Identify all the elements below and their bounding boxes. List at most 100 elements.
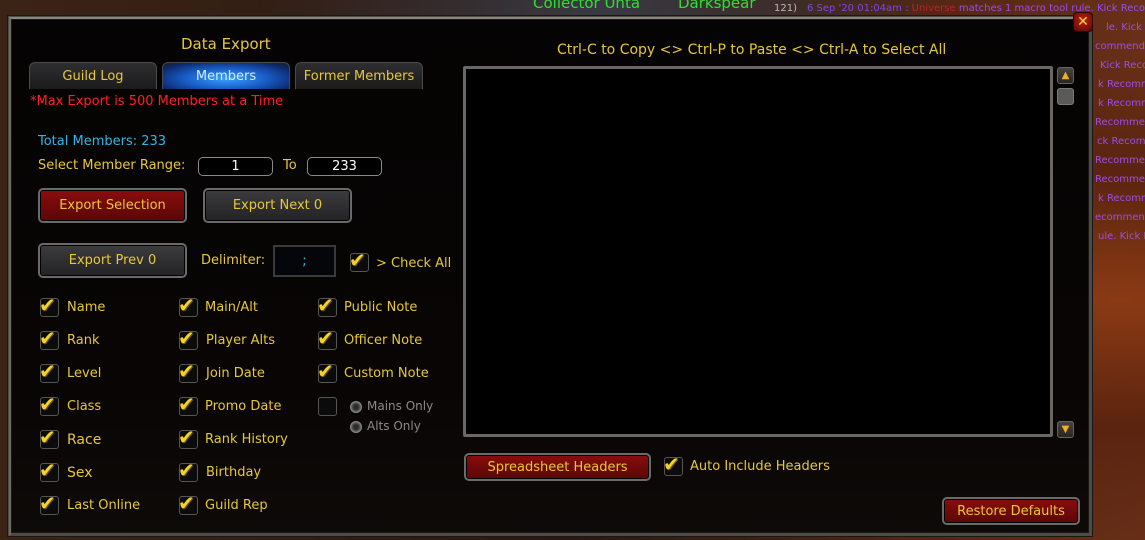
race-label: Race xyxy=(67,432,102,448)
checkmark-icon: ✔ xyxy=(178,293,195,317)
chat-line: ule. Kick Re xyxy=(1098,231,1145,242)
main-alt-checkbox[interactable]: ✔ xyxy=(178,293,198,317)
checkmark-icon: ✔ xyxy=(39,392,56,416)
check-all-label: > Check All xyxy=(376,256,452,271)
chat-line: k Recomme xyxy=(1098,79,1145,90)
checkmark-icon: ✔ xyxy=(317,293,334,317)
guild-rep-checkbox[interactable]: ✔ xyxy=(178,491,198,515)
name-label: Name xyxy=(67,300,106,315)
rank-history-checkbox[interactable]: ✔ xyxy=(178,425,198,449)
window-title: Data Export xyxy=(181,35,271,53)
promo-date-checkbox[interactable]: ✔ xyxy=(178,392,198,416)
range-to-label: To xyxy=(283,158,297,173)
checkmark-icon: ✔ xyxy=(317,359,334,383)
join-date-checkbox[interactable]: ✔ xyxy=(178,359,198,383)
mains-only-label: Mains Only xyxy=(367,399,434,413)
delimiter-input[interactable]: ; xyxy=(273,245,336,277)
checkmark-icon: ✔ xyxy=(663,452,680,476)
birthday-checkbox[interactable]: ✔ xyxy=(178,458,198,482)
chat-line: Recommen xyxy=(1095,174,1145,185)
checkmark-icon: ✔ xyxy=(349,248,366,272)
checkmark-icon: ✔ xyxy=(39,425,56,449)
auto-include-headers-label: Auto Include Headers xyxy=(690,459,830,474)
last-online-label: Last Online xyxy=(67,498,141,513)
scrollbar-thumb[interactable] xyxy=(1057,88,1074,105)
checkmark-icon: ✔ xyxy=(178,392,195,416)
arrow-up-icon: ▲ xyxy=(1061,70,1070,81)
auto-include-headers-checkbox[interactable]: ✔ xyxy=(663,452,683,476)
level-checkbox[interactable]: ✔ xyxy=(39,359,59,383)
custom-note-label: Custom Note xyxy=(344,366,429,381)
range-from-input[interactable]: 1 xyxy=(198,157,273,176)
chat-line: ck Recomm xyxy=(1097,136,1145,147)
rank-label: Rank xyxy=(67,333,100,348)
checkmark-icon: ✔ xyxy=(178,458,195,482)
checkmark-icon: ✔ xyxy=(317,326,334,350)
mains-alts-filter-checkbox[interactable] xyxy=(318,397,337,416)
checkmark-icon: ✔ xyxy=(178,425,195,449)
scroll-up-button[interactable]: ▲ xyxy=(1057,67,1074,84)
scroll-down-button[interactable]: ▼ xyxy=(1057,421,1074,438)
guild-rep-label: Guild Rep xyxy=(205,498,268,513)
chat-line: Recommen xyxy=(1095,117,1145,128)
chat-line: k Recomme xyxy=(1098,98,1145,109)
export-next-button[interactable]: Export Next 0 xyxy=(203,188,352,223)
range-to-input[interactable]: 233 xyxy=(307,157,382,176)
custom-note-checkbox[interactable]: ✔ xyxy=(317,359,337,383)
level-label: Level xyxy=(67,366,102,381)
officer-note-checkbox[interactable]: ✔ xyxy=(317,326,337,350)
checkmark-icon: ✔ xyxy=(178,326,195,350)
restore-defaults-button[interactable]: Restore Defaults xyxy=(942,497,1080,525)
checkmark-icon: ✔ xyxy=(39,491,56,515)
export-selection-button[interactable]: Export Selection xyxy=(38,188,187,223)
public-note-checkbox[interactable]: ✔ xyxy=(317,293,337,317)
arrow-down-icon: ▼ xyxy=(1061,424,1070,435)
rank-history-label: Rank History xyxy=(205,432,288,447)
chat-line: k Recomme xyxy=(1098,193,1145,204)
tab-members[interactable]: Members xyxy=(162,62,290,89)
chat-line: commende xyxy=(1095,41,1145,52)
chat-line: Recommen xyxy=(1095,155,1145,166)
max-export-warning: *Max Export is 500 Members at a Time xyxy=(30,94,284,109)
join-date-label: Join Date xyxy=(206,366,265,381)
player-alts-checkbox[interactable]: ✔ xyxy=(178,326,198,350)
promo-date-label: Promo Date xyxy=(205,399,282,414)
officer-note-label: Officer Note xyxy=(344,333,423,348)
spreadsheet-headers-button[interactable]: Spreadsheet Headers xyxy=(464,453,651,481)
race-checkbox[interactable]: ✔ xyxy=(39,425,59,449)
export-prev-button[interactable]: Export Prev 0 xyxy=(38,243,187,278)
checkmark-icon: ✔ xyxy=(178,491,195,515)
class-label: Class xyxy=(67,399,102,414)
close-button[interactable]: ✕ xyxy=(1073,12,1093,32)
checkmark-icon: ✔ xyxy=(39,326,56,350)
alts-only-radio[interactable] xyxy=(350,421,362,433)
export-output-textbox[interactable] xyxy=(463,66,1053,437)
checkmark-icon: ✔ xyxy=(39,359,56,383)
class-checkbox[interactable]: ✔ xyxy=(39,392,59,416)
name-checkbox[interactable]: ✔ xyxy=(39,293,59,317)
chat-line: ecommend xyxy=(1095,212,1145,223)
checkmark-icon: ✔ xyxy=(39,458,56,482)
last-online-checkbox[interactable]: ✔ xyxy=(39,491,59,515)
chat-line: Kick Recom xyxy=(1100,60,1145,71)
sex-checkbox[interactable]: ✔ xyxy=(39,458,59,482)
background-nameplate: Collector Unta xyxy=(533,0,641,12)
player-alts-label: Player Alts xyxy=(206,333,275,348)
total-members-label: Total Members: 233 xyxy=(38,134,167,149)
rank-checkbox[interactable]: ✔ xyxy=(39,326,59,350)
checkmark-icon: ✔ xyxy=(178,359,195,383)
tab-guild-log[interactable]: Guild Log xyxy=(29,62,157,89)
public-note-label: Public Note xyxy=(344,300,418,315)
alts-only-label: Alts Only xyxy=(367,419,421,433)
close-x-icon: ✕ xyxy=(1077,14,1089,30)
delimiter-label: Delimiter: xyxy=(201,253,266,268)
tab-former-members[interactable]: Former Members xyxy=(295,62,423,89)
mains-only-radio[interactable] xyxy=(350,401,362,413)
sex-label: Sex xyxy=(67,465,93,481)
member-range-label: Select Member Range: xyxy=(38,158,186,173)
check-all-checkbox[interactable]: ✔ xyxy=(349,248,369,272)
main-alt-label: Main/Alt xyxy=(205,300,259,315)
clipboard-hint: Ctrl-C to Copy <> Ctrl-P to Paste <> Ctr… xyxy=(557,42,947,58)
background-nameplate: Darkspear xyxy=(678,0,756,12)
checkmark-icon: ✔ xyxy=(39,293,56,317)
